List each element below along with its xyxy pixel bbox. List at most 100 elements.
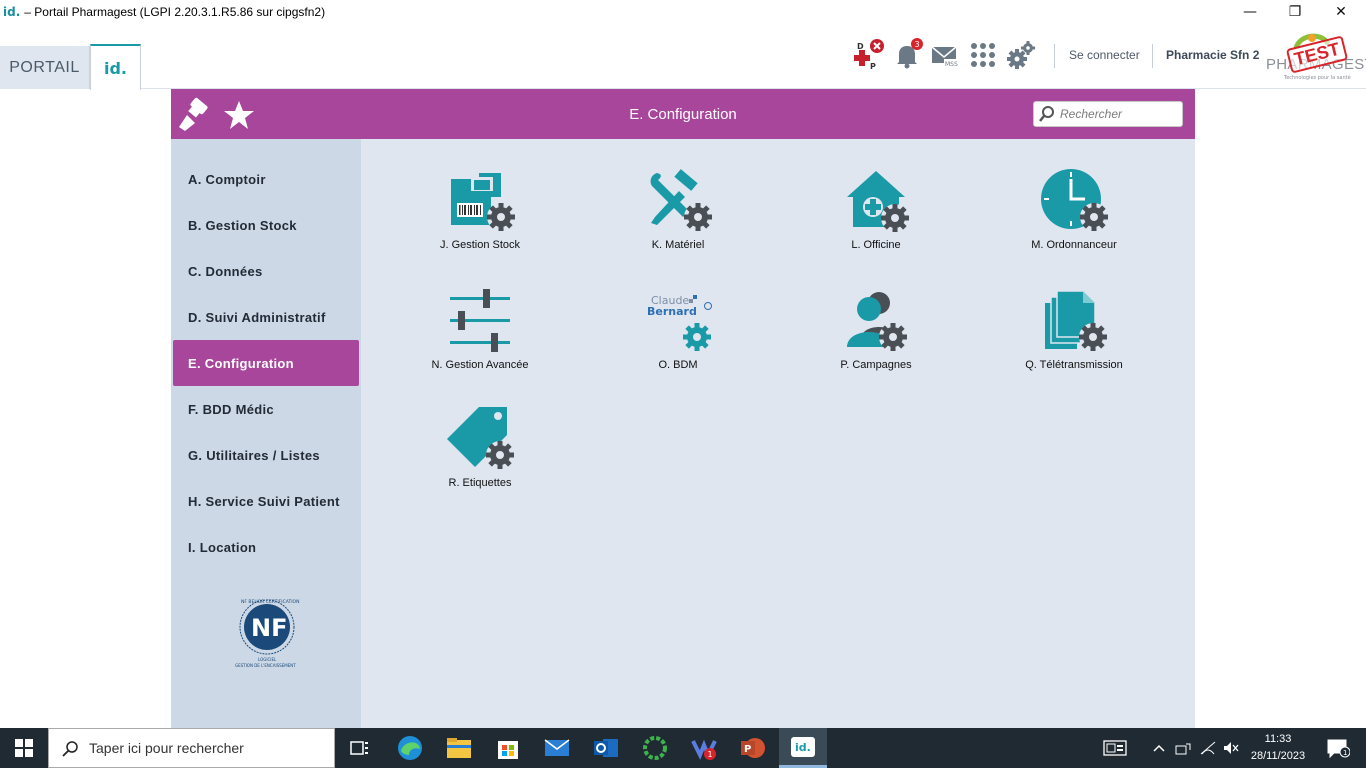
apps-grid-icon[interactable]	[966, 38, 1000, 72]
clock-date: 28/11/2023	[1250, 750, 1306, 762]
search-icon	[1039, 106, 1054, 122]
sidebar-item-suivi-administratif[interactable]: D. Suivi Administratif	[173, 294, 359, 340]
tile-campagnes[interactable]: P. Campagnes	[801, 289, 951, 389]
tile-label: M. Ordonnanceur	[1031, 239, 1117, 251]
svg-text:Bernard: Bernard	[647, 305, 697, 318]
tile-gestion-stock[interactable]: J. Gestion Stock	[405, 169, 555, 269]
panel-header: E. Configuration	[171, 89, 1195, 139]
sidebar-item-gestion-stock[interactable]: B. Gestion Stock	[173, 202, 359, 248]
keyboard-icon[interactable]	[1100, 728, 1130, 768]
svg-text:3: 3	[915, 40, 920, 49]
svg-text:1: 1	[1343, 749, 1347, 757]
tile-etiquettes[interactable]: R. Etiquettes	[405, 407, 555, 507]
svg-text:P: P	[870, 62, 876, 71]
green-ring-app-icon[interactable]	[631, 728, 679, 768]
svg-text:MSS: MSS	[945, 61, 958, 68]
windows-icon	[15, 739, 33, 757]
svg-text:id.: id.	[795, 741, 811, 754]
tile-label: K. Matériel	[651, 239, 705, 251]
svg-text:LOGICIEL: LOGICIEL	[258, 657, 277, 662]
tile-label: L. Officine	[851, 239, 901, 251]
tile-label: O. BDM	[658, 359, 698, 371]
tile-materiel[interactable]: K. Matériel	[603, 169, 753, 269]
pharmacy-house-gear-icon	[841, 169, 911, 235]
window-title: – Portail Pharmagest (LGPI 2.20.3.1.R5.8…	[24, 5, 326, 19]
minimize-icon: —	[1243, 4, 1257, 20]
taskbar-clock[interactable]: 11:33 28/11/2023	[1248, 731, 1308, 765]
tab-portail[interactable]: PORTAIL	[0, 46, 90, 89]
svg-text:NF BEHOR CERTIFICATION: NF BEHOR CERTIFICATION	[241, 599, 299, 605]
sidebar-item-donnees[interactable]: C. Données	[173, 248, 359, 294]
dp-alert-icon[interactable]: D P	[853, 38, 887, 72]
search-input[interactable]	[1060, 107, 1180, 121]
file-explorer-icon[interactable]	[435, 728, 483, 768]
taskbar-search[interactable]: Taper ici pour rechercher	[48, 728, 335, 768]
sidebar-item-utilitaires-listes[interactable]: G. Utilitaires / Listes	[173, 432, 359, 478]
sidebar-item-bdd-medic[interactable]: F. BDD Médic	[173, 386, 359, 432]
restore-button[interactable]: ❐	[1272, 0, 1318, 24]
search-icon	[62, 741, 78, 757]
header-separator	[1152, 44, 1153, 68]
tile-label: P. Campagnes	[840, 359, 912, 371]
taskbar-search-placeholder: Taper ici pour rechercher	[89, 740, 244, 756]
tab-id-label: id.	[103, 58, 127, 78]
sliders-gear-icon	[445, 289, 515, 355]
id-app-icon[interactable]: id.	[779, 728, 827, 768]
restore-icon: ❐	[1288, 4, 1302, 20]
sidebar-item-service-suivi-patient[interactable]: H. Service Suivi Patient	[173, 478, 359, 524]
task-view-icon[interactable]	[336, 728, 384, 768]
tile-ordonnanceur[interactable]: M. Ordonnanceur	[999, 169, 1149, 269]
tab-id[interactable]: id.	[90, 44, 141, 90]
documents-gear-icon	[1039, 289, 1109, 355]
svg-text:GESTION DE L'ENCAISSEMENT: GESTION DE L'ENCAISSEMENT	[235, 663, 296, 668]
mail-icon[interactable]	[533, 728, 581, 768]
app-logo: id.	[3, 5, 21, 19]
claude-bernard-gear-icon: Claude Bernard	[643, 289, 713, 355]
tile-officine[interactable]: L. Officine	[801, 169, 951, 269]
sidebar: A. Comptoir B. Gestion Stock C. Données …	[171, 139, 361, 728]
tile-label: J. Gestion Stock	[439, 239, 521, 251]
windows-taskbar: Taper ici pour rechercher 1 P id. 11:33 …	[0, 728, 1366, 768]
users-gear-icon	[841, 289, 911, 355]
start-button[interactable]	[0, 728, 48, 768]
tag-gear-icon	[445, 407, 515, 473]
sidebar-item-configuration[interactable]: E. Configuration	[173, 340, 359, 386]
notifications-bell-icon[interactable]: 3	[890, 38, 924, 72]
store-icon[interactable]	[484, 728, 532, 768]
svg-text:NF: NF	[251, 614, 287, 642]
notification-center-icon[interactable]: 1	[1318, 728, 1358, 768]
window-titlebar: id. – Portail Pharmagest (LGPI 2.20.3.1.…	[0, 0, 1366, 24]
nf-certification-logo: NF NF BEHOR CERTIFICATION LOGICIEL GESTI…	[231, 597, 305, 671]
tile-label: N. Gestion Avancée	[431, 359, 529, 371]
clock-gear-icon	[1039, 169, 1109, 235]
tile-bdm[interactable]: Claude Bernard O. BDM	[603, 289, 753, 389]
edge-icon[interactable]	[386, 728, 434, 768]
mss-mail-icon[interactable]: MSS	[928, 38, 962, 72]
se-connecter-link[interactable]: Se connecter	[1069, 48, 1140, 62]
network-icon[interactable]	[1172, 728, 1194, 768]
sidebar-item-comptoir[interactable]: A. Comptoir	[173, 156, 359, 202]
tile-teletransmission[interactable]: Q. Télétransmission	[999, 289, 1149, 389]
volume-muted-icon[interactable]	[1220, 728, 1242, 768]
outlook-icon[interactable]	[582, 728, 630, 768]
tile-label: R. Etiquettes	[448, 477, 512, 489]
settings-gears-icon[interactable]	[1004, 38, 1038, 72]
sidebar-item-location[interactable]: I. Location	[173, 524, 359, 570]
chevron-up-icon[interactable]	[1150, 728, 1168, 768]
tile-gestion-avancee[interactable]: N. Gestion Avancée	[405, 289, 555, 389]
wifi-icon[interactable]	[1196, 728, 1220, 768]
powerpoint-icon[interactable]: P	[729, 728, 777, 768]
pharmacy-name[interactable]: Pharmacie Sfn 2	[1166, 48, 1259, 62]
tools-gear-icon	[643, 169, 713, 235]
svg-text:1: 1	[708, 750, 713, 759]
close-button[interactable]: ✕	[1318, 0, 1364, 24]
teams-app-icon[interactable]: 1	[680, 728, 728, 768]
svg-text:D: D	[857, 42, 864, 51]
header-separator	[1054, 44, 1055, 68]
search-box[interactable]	[1033, 101, 1183, 127]
stock-gear-icon	[445, 169, 515, 235]
tile-label: Q. Télétransmission	[1025, 359, 1123, 371]
clock-time: 11:33	[1264, 733, 1292, 745]
minimize-button[interactable]: —	[1227, 0, 1273, 24]
close-icon: ✕	[1335, 4, 1347, 20]
